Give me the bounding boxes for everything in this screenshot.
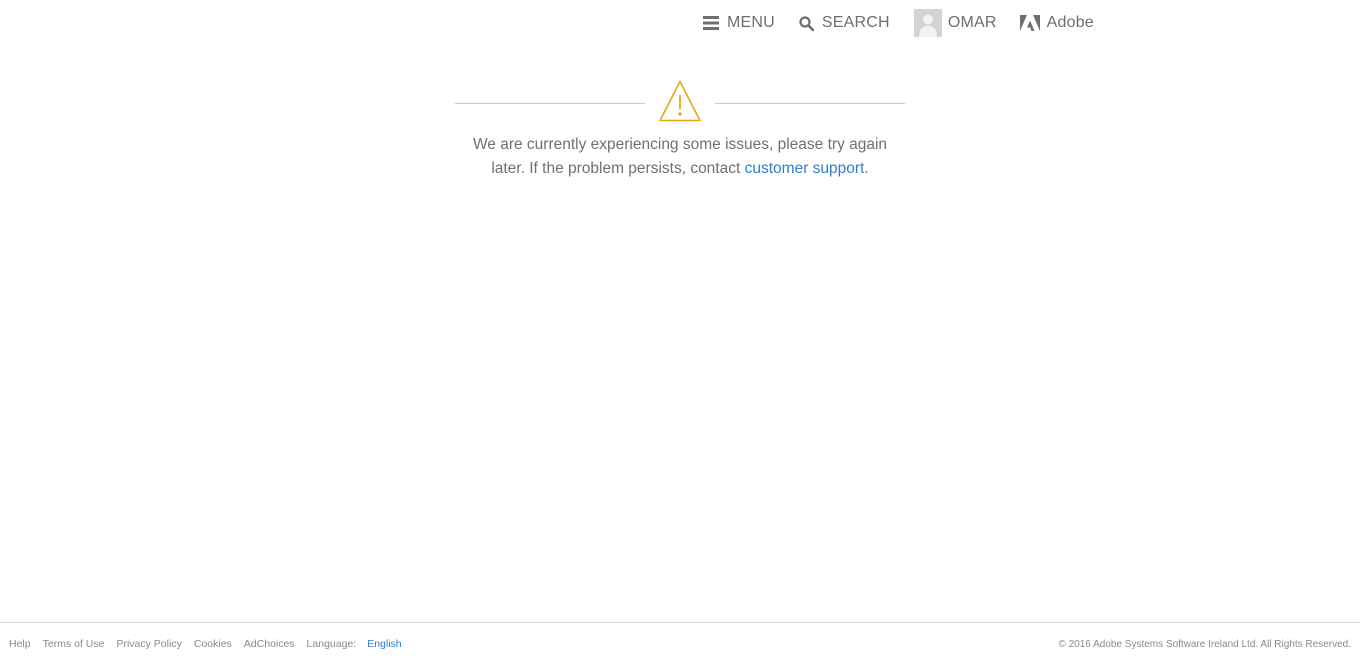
user-avatar-icon [913, 9, 942, 37]
footer-link-help[interactable]: Help [9, 638, 31, 650]
menu-button[interactable]: MENU [703, 14, 775, 32]
adobe-logo-icon [1019, 15, 1040, 31]
customer-support-link[interactable]: customer support [745, 160, 865, 177]
search-icon [799, 15, 814, 31]
menu-label: MENU [727, 14, 775, 31]
error-message-period: . [864, 160, 869, 177]
language-selector[interactable]: English [367, 638, 401, 650]
adobe-home-link[interactable]: Adobe [1019, 14, 1094, 32]
footer-links: Help Terms of Use Privacy Policy Cookies… [9, 638, 414, 650]
top-navigation: MENU SEARCH OMAR Adobe [703, 9, 1094, 37]
language-label: Language: [306, 638, 357, 650]
copyright-text: © 2016 Adobe Systems Software Ireland Lt… [1058, 639, 1351, 650]
error-message: We are currently experiencing some issue… [455, 133, 905, 181]
footer-link-terms[interactable]: Terms of Use [43, 638, 105, 650]
adobe-brand-label: Adobe [1046, 14, 1094, 31]
hamburger-menu-icon [703, 16, 719, 30]
user-name: OMAR [947, 14, 997, 31]
alert-divider-left [455, 103, 645, 104]
footer-link-privacy[interactable]: Privacy Policy [116, 638, 181, 650]
footer-link-cookies[interactable]: Cookies [194, 638, 232, 650]
search-label: SEARCH [821, 14, 890, 31]
footer: Help Terms of Use Privacy Policy Cookies… [0, 622, 1360, 668]
warning-triangle-icon [658, 79, 702, 122]
search-button[interactable]: SEARCH [799, 14, 890, 32]
footer-link-adchoices[interactable]: AdChoices [244, 638, 295, 650]
user-profile-button[interactable]: OMAR [913, 9, 997, 37]
alert-divider-right [715, 103, 905, 104]
